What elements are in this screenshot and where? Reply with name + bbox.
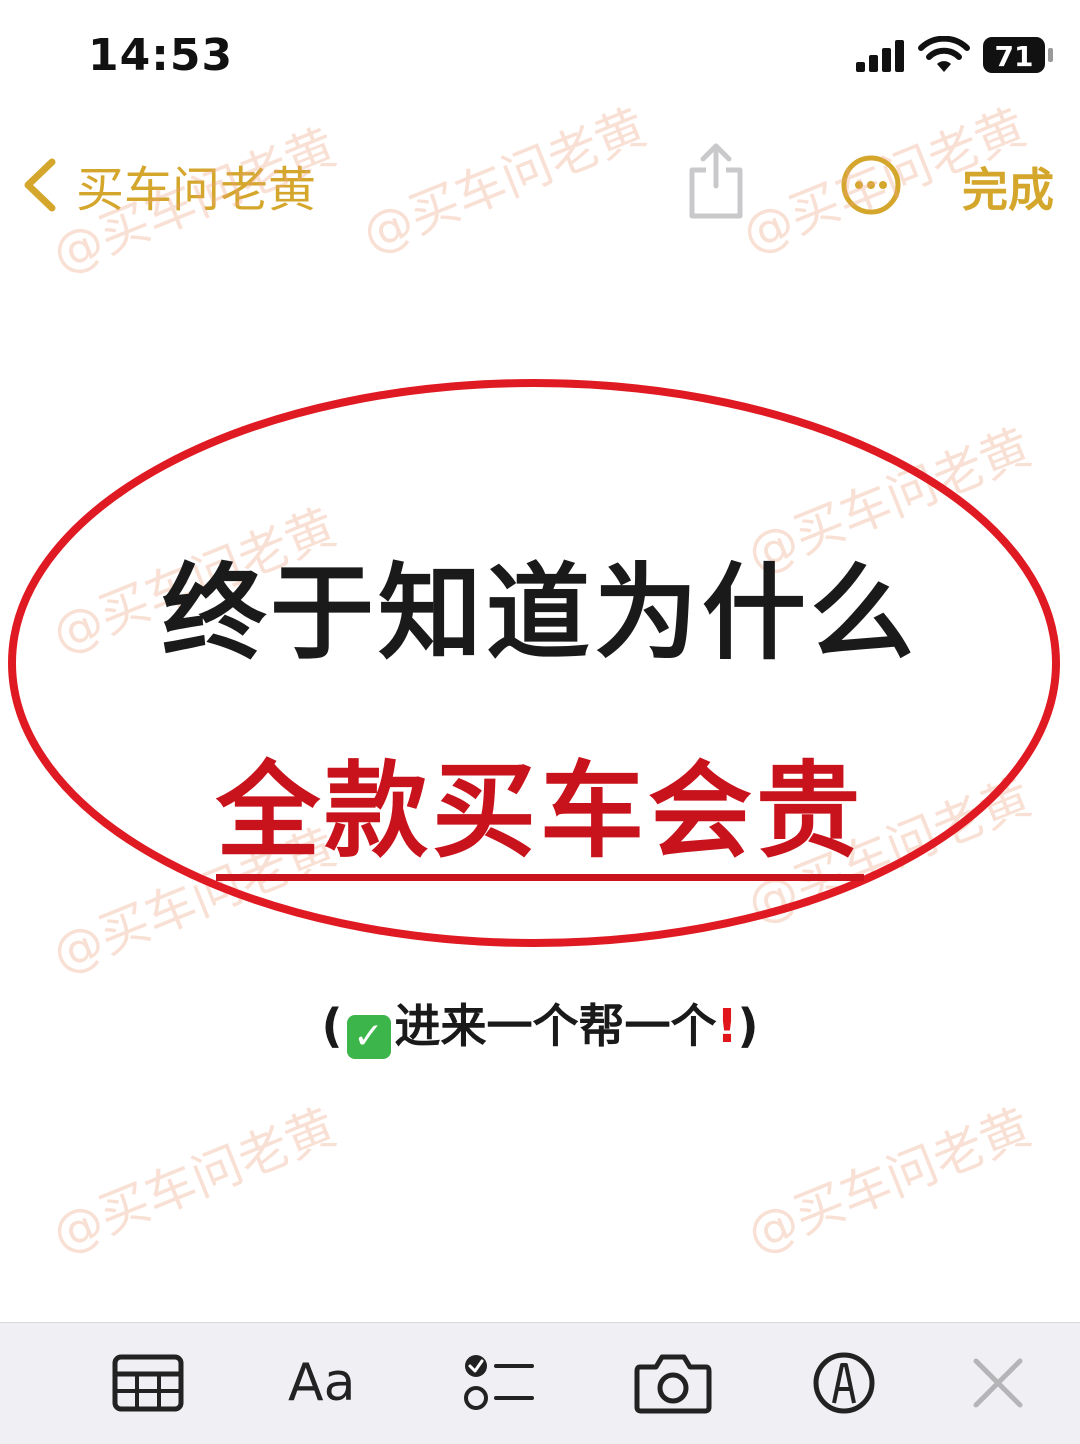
markup-icon[interactable]: [812, 1351, 876, 1415]
status-bar: 14:53 71: [0, 0, 1080, 110]
headline-line-2-text: 全款买车会贵: [215, 750, 864, 881]
share-icon[interactable]: [686, 140, 746, 220]
check-icon: ✓: [346, 1015, 391, 1059]
subline-close: ): [737, 999, 759, 1053]
wifi-icon: [918, 36, 970, 72]
headline-line-2: 全款买车会贵: [0, 726, 1080, 881]
chevron-left-icon: [24, 158, 56, 212]
subline-text: 进来一个帮一个: [394, 999, 717, 1053]
camera-icon[interactable]: [634, 1351, 712, 1415]
back-label: 买车问老黄: [76, 162, 317, 218]
table-icon[interactable]: [112, 1351, 184, 1415]
done-button[interactable]: 完成: [962, 154, 1054, 220]
nav-bar: 买车问老黄 完成: [0, 130, 1080, 240]
headline-line-1: 终于知道为什么: [161, 552, 918, 674]
more-icon[interactable]: [840, 154, 902, 216]
subline-open: (: [321, 999, 343, 1053]
battery-level: 71: [995, 40, 1034, 73]
bottom-toolbar: Aa: [0, 1322, 1080, 1444]
subline: (✓ 进来一个帮一个!): [0, 990, 1080, 1059]
exclaim-icon: !: [716, 999, 738, 1053]
battery-icon: 71: [983, 37, 1053, 73]
format-icon[interactable]: Aa: [288, 1351, 362, 1415]
note-content[interactable]: 终于知道为什么 全款买车会贵 (✓ 进来一个帮一个!): [0, 250, 1080, 1320]
back-button[interactable]: 买车问老黄: [20, 150, 316, 220]
signal-icon: [856, 40, 904, 72]
close-icon[interactable]: [972, 1351, 1024, 1415]
checklist-icon[interactable]: [462, 1351, 534, 1415]
status-time: 14:53: [88, 30, 234, 81]
